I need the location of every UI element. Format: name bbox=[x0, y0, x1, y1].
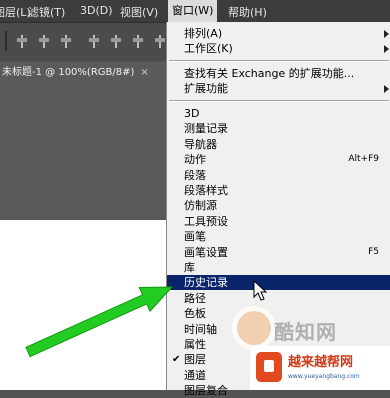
green-arrow-icon bbox=[25, 286, 174, 358]
mouse-cursor-icon bbox=[253, 280, 268, 301]
green-arrow-annotation bbox=[25, 286, 174, 358]
